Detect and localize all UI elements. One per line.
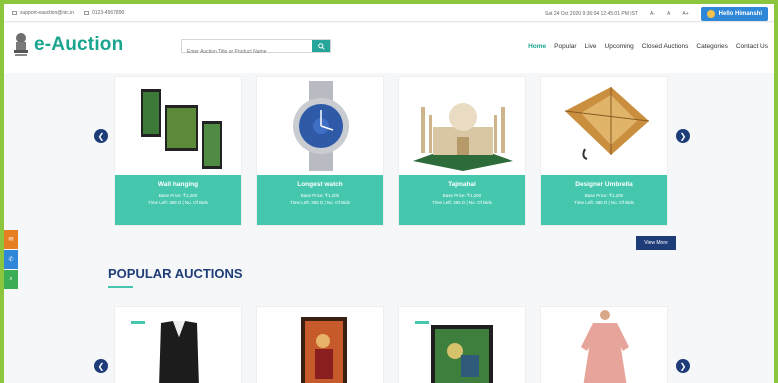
popular-card[interactable] bbox=[398, 306, 526, 383]
search-input[interactable] bbox=[182, 46, 312, 58]
popular-next-button[interactable]: ❯ bbox=[676, 359, 690, 373]
section-title: POPULAR AUCTIONS bbox=[108, 266, 243, 281]
side-search-button[interactable]: ⌕ bbox=[4, 270, 18, 289]
mail-icon bbox=[12, 10, 17, 15]
product-image-umbrella bbox=[541, 77, 667, 175]
card-price: Base Price: ₹1,200 bbox=[158, 193, 198, 198]
label-badge bbox=[415, 321, 429, 324]
product-image-wall-hanging bbox=[115, 77, 241, 175]
mail-icon: ✉ bbox=[8, 237, 14, 243]
popular-card[interactable] bbox=[256, 306, 384, 383]
product-image-watch bbox=[257, 77, 383, 175]
chevron-left-icon: ❮ bbox=[97, 361, 105, 371]
chevron-right-icon: ❯ bbox=[679, 131, 687, 141]
card-title: Designer Umbrella bbox=[575, 181, 633, 188]
search-button[interactable] bbox=[312, 40, 330, 52]
umbrella-image bbox=[564, 87, 650, 160]
phone-icon: ✆ bbox=[8, 257, 14, 263]
label-badge bbox=[131, 321, 145, 324]
side-phone-button[interactable]: ✆ bbox=[4, 250, 18, 269]
card-price: Base Price: ₹1,200 bbox=[584, 193, 624, 198]
watch-image bbox=[293, 81, 349, 171]
card-time-left: Time Left: 365 D | No. Of Bids bbox=[574, 200, 634, 205]
nav-closed-auctions[interactable]: Closed Auctions bbox=[642, 43, 689, 50]
wall-hanging-image bbox=[141, 89, 222, 169]
header: e-Auction Home Popular Live Upcoming Clo… bbox=[4, 23, 774, 73]
search-icon bbox=[317, 42, 325, 50]
view-more-button[interactable]: View More bbox=[636, 236, 676, 250]
side-contact-button[interactable]: ✉ bbox=[4, 230, 18, 249]
auction-card[interactable]: Longest watch Base Price: ₹1,200 Time Le… bbox=[256, 76, 384, 226]
site-logo[interactable]: e-Auction bbox=[34, 34, 123, 56]
popular-card[interactable] bbox=[114, 306, 242, 383]
contact-info: support-eauction@nic.in 0123-4567890 bbox=[12, 10, 124, 16]
user-menu-button[interactable]: Hello Himanshi bbox=[700, 7, 768, 21]
auction-card[interactable]: Tajmahal Base Price: ₹1,200 Time Left: 3… bbox=[398, 76, 526, 226]
kurta-image bbox=[581, 310, 629, 383]
nav-categories[interactable]: Categories bbox=[696, 43, 727, 50]
user-name: Hello Himanshi bbox=[718, 11, 762, 17]
card-title: Longest watch bbox=[297, 181, 343, 188]
card-time-left: Time Left: 365 D | No. Of Bids bbox=[432, 200, 492, 205]
card-time-left: Time Left: 365 D | No. Of Bids bbox=[290, 200, 350, 205]
page: support-eauction@nic.in 0123-4567890 Sat… bbox=[4, 4, 774, 383]
carousel-next-button[interactable]: ❯ bbox=[676, 129, 690, 143]
nav-popular[interactable]: Popular bbox=[554, 43, 576, 50]
top-right-tools: Sat 24 Oct 2020 9:36:04 12:45:01 PM IST … bbox=[545, 7, 768, 21]
carousel-prev-button[interactable]: ❮ bbox=[94, 129, 108, 143]
card-title: Wall hanging bbox=[157, 181, 199, 188]
datetime-display: Sat 24 Oct 2020 9:36:04 12:45:01 PM IST bbox=[544, 11, 639, 17]
section-underline bbox=[108, 286, 133, 288]
tajmahal-image bbox=[413, 103, 513, 171]
search-box bbox=[181, 39, 331, 58]
top-bar: support-eauction@nic.in 0123-4567890 Sat… bbox=[4, 4, 774, 22]
phone-icon bbox=[84, 10, 89, 15]
main-nav: Home Popular Live Upcoming Closed Auctio… bbox=[528, 43, 768, 50]
search-icon: ⌕ bbox=[9, 276, 13, 282]
vest-image bbox=[159, 321, 199, 383]
popular-card[interactable] bbox=[540, 306, 668, 383]
card-caption: Longest watch Base Price: ₹1,200 Time Le… bbox=[257, 175, 383, 225]
card-caption: Designer Umbrella Base Price: ₹1,200 Tim… bbox=[541, 175, 667, 225]
chevron-left-icon: ❮ bbox=[97, 131, 105, 141]
card-time-left: Time Left: 365 D | No. Of Bids bbox=[148, 200, 208, 205]
email-contact[interactable]: support-eauction@nic.in bbox=[12, 10, 74, 16]
framed-art-image bbox=[431, 325, 493, 383]
painting-image bbox=[301, 317, 347, 383]
phone-contact[interactable]: 0123-4567890 bbox=[84, 10, 124, 16]
nav-home[interactable]: Home bbox=[528, 43, 546, 50]
auction-card[interactable]: Designer Umbrella Base Price: ₹1,200 Tim… bbox=[540, 76, 668, 226]
national-emblem-icon bbox=[14, 33, 28, 56]
font-decrease-button[interactable]: A- bbox=[650, 11, 655, 17]
card-title: Tajmahal bbox=[448, 181, 476, 188]
nav-upcoming[interactable]: Upcoming bbox=[605, 43, 634, 50]
font-increase-button[interactable]: A+ bbox=[682, 11, 688, 17]
popular-prev-button[interactable]: ❮ bbox=[94, 359, 108, 373]
card-caption: Wall hanging Base Price: ₹1,200 Time Lef… bbox=[115, 175, 241, 225]
avatar-icon bbox=[706, 10, 715, 18]
nav-live[interactable]: Live bbox=[585, 43, 597, 50]
card-price: Base Price: ₹1,200 bbox=[300, 193, 340, 198]
chevron-right-icon: ❯ bbox=[679, 361, 687, 371]
card-price: Base Price: ₹1,200 bbox=[442, 193, 482, 198]
font-normal-button[interactable]: A bbox=[667, 11, 670, 17]
card-caption: Tajmahal Base Price: ₹1,200 Time Left: 3… bbox=[399, 175, 525, 225]
auction-card[interactable]: Wall hanging Base Price: ₹1,200 Time Lef… bbox=[114, 76, 242, 226]
nav-contact-us[interactable]: Contact Us bbox=[736, 43, 768, 50]
product-image-tajmahal bbox=[399, 77, 525, 175]
